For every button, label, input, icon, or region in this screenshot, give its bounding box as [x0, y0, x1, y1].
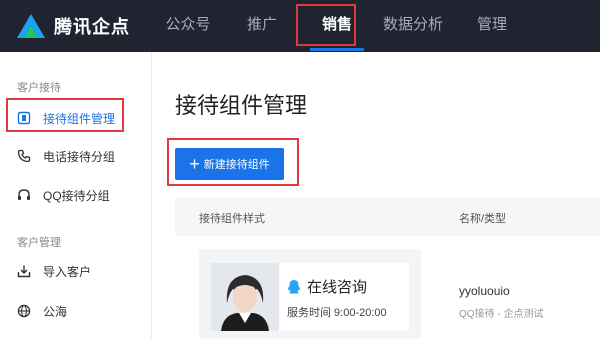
sidebar-item-label: 导入客户 [43, 264, 92, 279]
sidebar-group-customer-management: 客户管理 [17, 237, 61, 249]
column-header-widget-style: 接待组件样式 [199, 213, 265, 225]
sidebar-group-customer-reception: 客户接待 [17, 82, 61, 94]
sidebar-item-widget-management[interactable]: 接待组件管理 [17, 105, 115, 131]
new-widget-button-label: 新建接待组件 [203, 159, 270, 171]
sidebar-item-label: QQ接待分组 [43, 188, 110, 203]
import-icon [17, 264, 31, 278]
sidebar-item-import-customers[interactable]: 导入客户 [17, 258, 91, 284]
nav-sales[interactable]: 销售 [308, 0, 366, 52]
headset-icon [17, 188, 31, 202]
top-navigation-bar: 腾讯企点 公众号 推广 销售 数据分析 管理 [0, 0, 600, 52]
sidebar-item-qq-group[interactable]: QQ接待分组 [17, 182, 110, 208]
main-content: 接待组件管理 + 新建接待组件 接待组件样式 名称/类型 在线咨询 服务时间 9… [153, 52, 600, 339]
widget-title: 在线咨询 [307, 279, 368, 296]
online-consult-title: 在线咨询 [287, 276, 367, 297]
nav-active-indicator [310, 48, 364, 51]
table-header: 接待组件样式 名称/类型 [175, 198, 600, 236]
phone-icon [17, 149, 31, 163]
sidebar-item-label: 电话接待分组 [43, 149, 116, 164]
page-title: 接待组件管理 [175, 93, 308, 118]
widget-type: QQ接待 - 企点测试 [459, 309, 544, 320]
sidebar: 客户接待 接待组件管理 电话接待分组 QQ接待分组 客户管理 导入客户 公海 [0, 52, 152, 339]
service-hours: 服务时间 9:00-20:00 [287, 307, 387, 319]
widget-preview-card[interactable]: 在线咨询 服务时间 9:00-20:00 [199, 249, 421, 339]
widget-name: yyoluouio [459, 284, 510, 298]
tencent-qidian-logo-icon [17, 14, 45, 38]
new-widget-button[interactable]: + 新建接待组件 [175, 148, 284, 180]
nav-official-account[interactable]: 公众号 [160, 0, 216, 52]
sidebar-item-public-pool[interactable]: 公海 [17, 298, 67, 324]
column-header-name-type: 名称/类型 [459, 213, 507, 225]
widget-preview: 在线咨询 服务时间 9:00-20:00 [211, 263, 409, 331]
nav-data-analysis[interactable]: 数据分析 [378, 0, 448, 52]
sidebar-item-label: 接待组件管理 [43, 111, 116, 126]
agent-portrait [211, 263, 279, 331]
brand-name: 腾讯企点 [54, 17, 130, 37]
sidebar-item-label: 公海 [43, 304, 68, 319]
nav-promotion[interactable]: 推广 [240, 0, 284, 52]
nav-management[interactable]: 管理 [472, 0, 512, 52]
sidebar-item-phone-group[interactable]: 电话接待分组 [17, 143, 115, 169]
plus-icon: + [189, 154, 200, 174]
qq-penguin-icon [288, 279, 300, 293]
brand-logo[interactable]: 腾讯企点 [16, 10, 130, 42]
globe-icon [17, 304, 31, 318]
widget-icon [17, 111, 31, 125]
